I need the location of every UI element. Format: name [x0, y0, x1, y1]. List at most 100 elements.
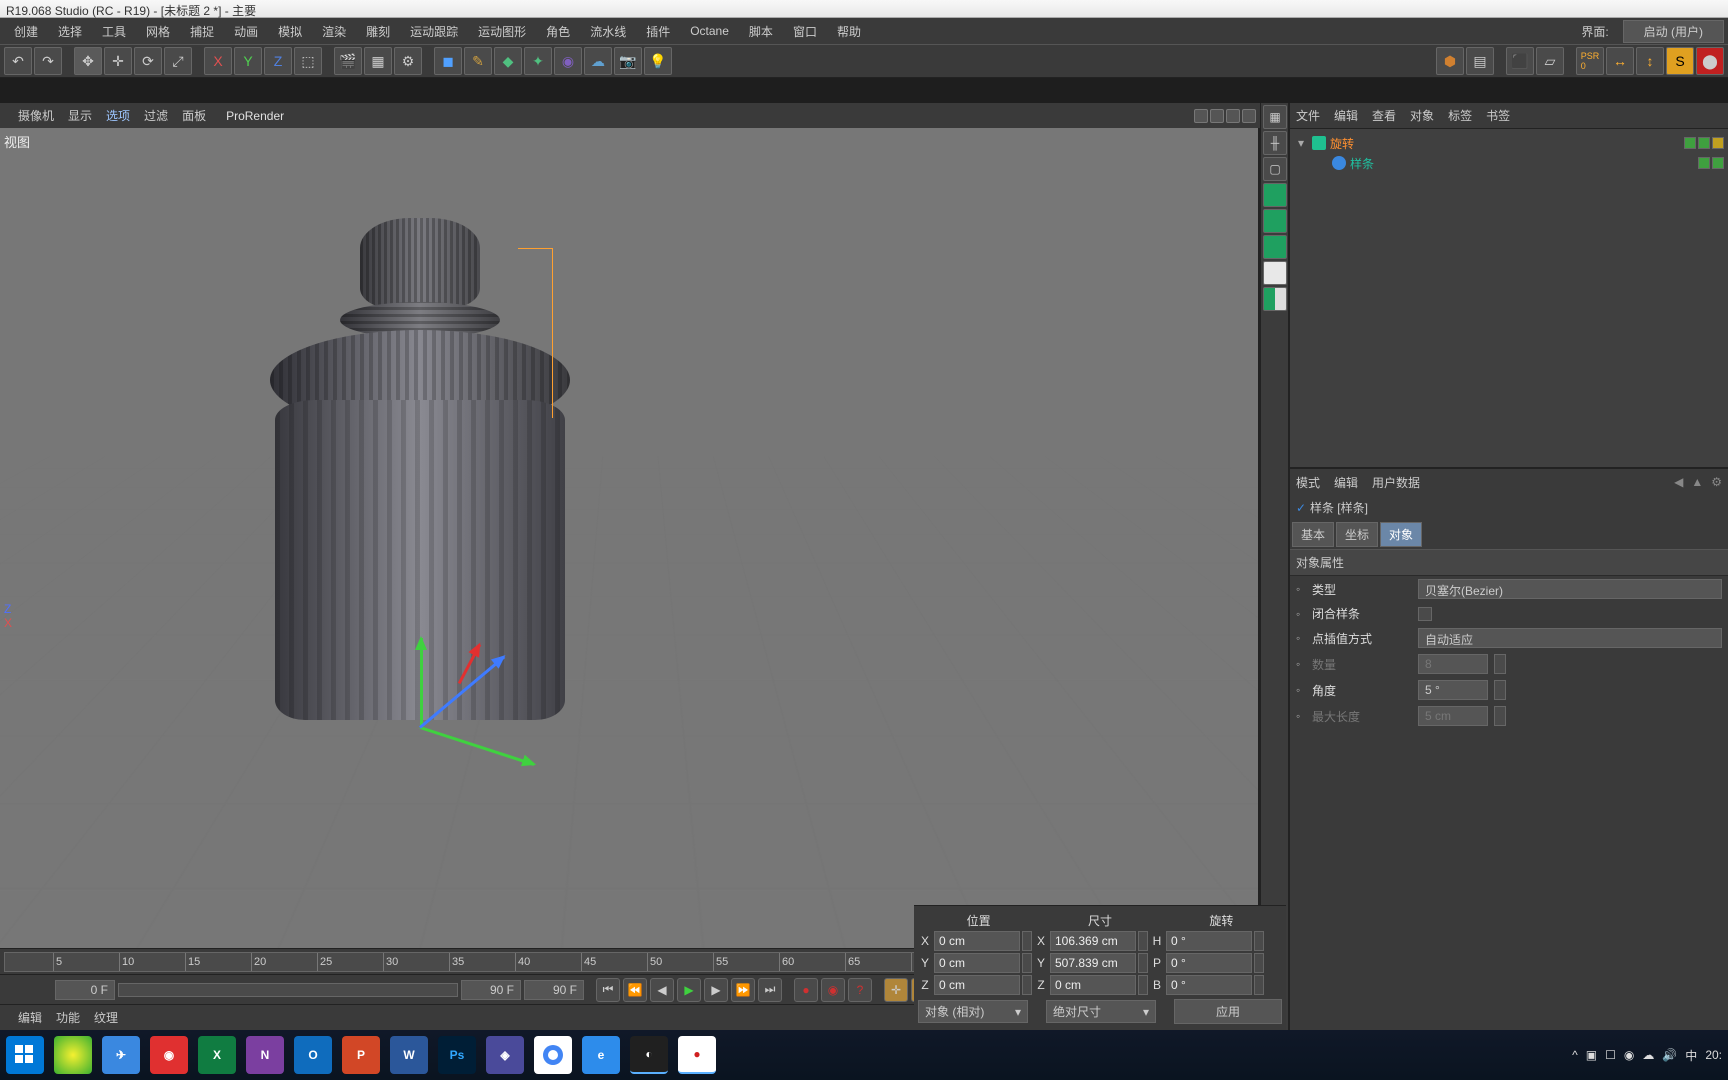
gizmo-z-axis[interactable] — [419, 656, 505, 729]
tag-phong-icon[interactable] — [1712, 137, 1724, 149]
omenu-file[interactable]: 文件 — [1296, 107, 1320, 124]
workplane-icon[interactable]: ▱ — [1536, 47, 1564, 75]
redo-icon[interactable]: ↷ — [34, 47, 62, 75]
snap-icon[interactable]: ⬛ — [1506, 47, 1534, 75]
tree-item-lathe[interactable]: ▾ 旋转 — [1294, 133, 1724, 153]
menu-script[interactable]: 脚本 — [739, 20, 783, 43]
psr-reset-icon[interactable]: PSR0 — [1576, 47, 1604, 75]
undo-icon[interactable]: ↶ — [4, 47, 32, 75]
amenu-mode[interactable]: 模式 — [1296, 474, 1320, 491]
omenu-tags[interactable]: 标签 — [1448, 107, 1472, 124]
attr-up-icon[interactable]: ▲ — [1691, 475, 1703, 489]
pos-y-field[interactable] — [934, 953, 1020, 973]
taskbar-recorder[interactable]: ● — [678, 1036, 716, 1074]
object-tree[interactable]: ▾ 旋转 样条 — [1290, 129, 1728, 469]
prop-angle-spinner[interactable] — [1494, 680, 1506, 700]
menu-mograph[interactable]: 运动图形 — [468, 20, 536, 43]
solo-icon[interactable]: S — [1666, 47, 1694, 75]
viewport-zoom-icon[interactable] — [1210, 109, 1224, 123]
rot-b-field[interactable] — [1166, 975, 1252, 995]
pos-z-field[interactable] — [934, 975, 1020, 995]
rot-h-field[interactable] — [1166, 931, 1252, 951]
key-pos-icon[interactable]: ✛ — [884, 978, 908, 1002]
step-fwd-icon[interactable]: ▶ — [704, 978, 728, 1002]
render-settings-icon[interactable]: ⚙ — [394, 47, 422, 75]
effector-icon[interactable]: ✦ — [524, 47, 552, 75]
render-view-icon[interactable]: 🎬 — [334, 47, 362, 75]
tray-clock[interactable]: 20: — [1705, 1048, 1722, 1062]
takes-icon[interactable]: ⬢ — [1436, 47, 1464, 75]
btab-tex[interactable]: 纹理 — [94, 1009, 118, 1026]
goto-end-icon[interactable]: ⏭ — [758, 978, 782, 1002]
script-icon[interactable]: ⬤ — [1696, 47, 1724, 75]
select-tool-icon[interactable]: ✥ — [74, 47, 102, 75]
camera-icon[interactable]: 📷 — [614, 47, 642, 75]
transform-gizmo[interactable] — [410, 638, 550, 748]
tab-basic[interactable]: 基本 — [1292, 522, 1334, 547]
vmenu-filter[interactable]: 过滤 — [144, 107, 168, 124]
deformer-icon[interactable]: ◉ — [554, 47, 582, 75]
prev-key-icon[interactable]: ⏪ — [623, 978, 647, 1002]
coord-sys-icon[interactable]: ⬚ — [294, 47, 322, 75]
step-back-icon[interactable]: ◀ — [650, 978, 674, 1002]
omenu-object[interactable]: 对象 — [1410, 107, 1434, 124]
render-region-icon[interactable]: ▦ — [364, 47, 392, 75]
vmenu-camera[interactable]: 摄像机 — [18, 107, 54, 124]
taskbar-app-1[interactable] — [54, 1036, 92, 1074]
perspective-viewport[interactable]: 视图 Z X 网格间距 : 100 cm — [0, 128, 1260, 948]
amenu-userdata[interactable]: 用户数据 — [1372, 474, 1420, 491]
taskbar-app-10[interactable]: ◈ — [486, 1036, 524, 1074]
strip-grid-icon[interactable]: ▦ — [1263, 105, 1287, 129]
visibility-editor-flag[interactable] — [1684, 137, 1696, 149]
timeline-slider[interactable] — [118, 983, 458, 997]
content-icon[interactable]: ▤ — [1466, 47, 1494, 75]
menu-mesh[interactable]: 网格 — [136, 20, 180, 43]
taskbar-edge[interactable]: e — [582, 1036, 620, 1074]
menu-sculpt[interactable]: 雕刻 — [356, 20, 400, 43]
generator-icon[interactable]: ◆ — [494, 47, 522, 75]
taskbar-photoshop[interactable]: Ps — [438, 1036, 476, 1074]
menu-char[interactable]: 角色 — [536, 20, 580, 43]
menu-help[interactable]: 帮助 — [827, 20, 871, 43]
tray-icon-1[interactable]: ▣ — [1586, 1048, 1597, 1062]
layout-selector[interactable]: 启动 (用户) — [1623, 20, 1724, 43]
menu-plugin[interactable]: 插件 — [636, 20, 680, 43]
attr-next-icon[interactable]: ⚙ — [1711, 475, 1722, 489]
coord-size-dropdown[interactable]: 绝对尺寸▾ — [1046, 1000, 1156, 1023]
tree-item-spline[interactable]: 样条 — [1294, 153, 1724, 173]
coord-ref-dropdown[interactable]: 对象 (相对)▾ — [918, 1000, 1028, 1023]
menu-sim[interactable]: 模拟 — [268, 20, 312, 43]
omenu-bookmarks[interactable]: 书签 — [1486, 107, 1510, 124]
taskbar-outlook[interactable]: O — [294, 1036, 332, 1074]
environment-icon[interactable]: ☁ — [584, 47, 612, 75]
goto-start-icon[interactable]: ⏮ — [596, 978, 620, 1002]
taskbar-app-2[interactable]: ✈ — [102, 1036, 140, 1074]
move-tool-icon[interactable]: ✛ — [104, 47, 132, 75]
strip-isoline-icon[interactable]: ╫ — [1263, 131, 1287, 155]
z-axis-icon[interactable]: Z — [264, 47, 292, 75]
menu-anim[interactable]: 动画 — [224, 20, 268, 43]
strip-gouraud-icon[interactable] — [1263, 183, 1287, 207]
menu-window[interactable]: 窗口 — [783, 20, 827, 43]
light-icon[interactable]: 💡 — [644, 47, 672, 75]
menu-motrack[interactable]: 运动跟踪 — [400, 20, 468, 43]
coord-apply-button[interactable]: 应用 — [1174, 999, 1282, 1024]
strip-box-icon[interactable]: ▢ — [1263, 157, 1287, 181]
tray-icon-2[interactable]: ☐ — [1605, 1048, 1616, 1062]
taskbar-onenote[interactable]: N — [246, 1036, 284, 1074]
axis-convert-icon[interactable]: ↔ — [1606, 47, 1634, 75]
x-axis-icon[interactable]: X — [204, 47, 232, 75]
gizmo-y-axis[interactable] — [420, 638, 423, 728]
taskbar-app-3[interactable]: ◉ — [150, 1036, 188, 1074]
menu-render[interactable]: 渲染 — [312, 20, 356, 43]
viewport-rotate-icon[interactable] — [1226, 109, 1240, 123]
strip-constant-icon[interactable] — [1263, 235, 1287, 259]
viewport-layout-icon[interactable] — [1242, 109, 1256, 123]
range-end-field[interactable]: 90 F — [461, 980, 521, 1000]
tray-icon-3[interactable]: ◉ — [1624, 1048, 1634, 1062]
taskbar-chrome[interactable] — [534, 1036, 572, 1074]
menu-tools[interactable]: 工具 — [92, 20, 136, 43]
rotate-tool-icon[interactable]: ⟳ — [134, 47, 162, 75]
vmenu-display[interactable]: 显示 — [68, 107, 92, 124]
spline-pen-icon[interactable]: ✎ — [464, 47, 492, 75]
